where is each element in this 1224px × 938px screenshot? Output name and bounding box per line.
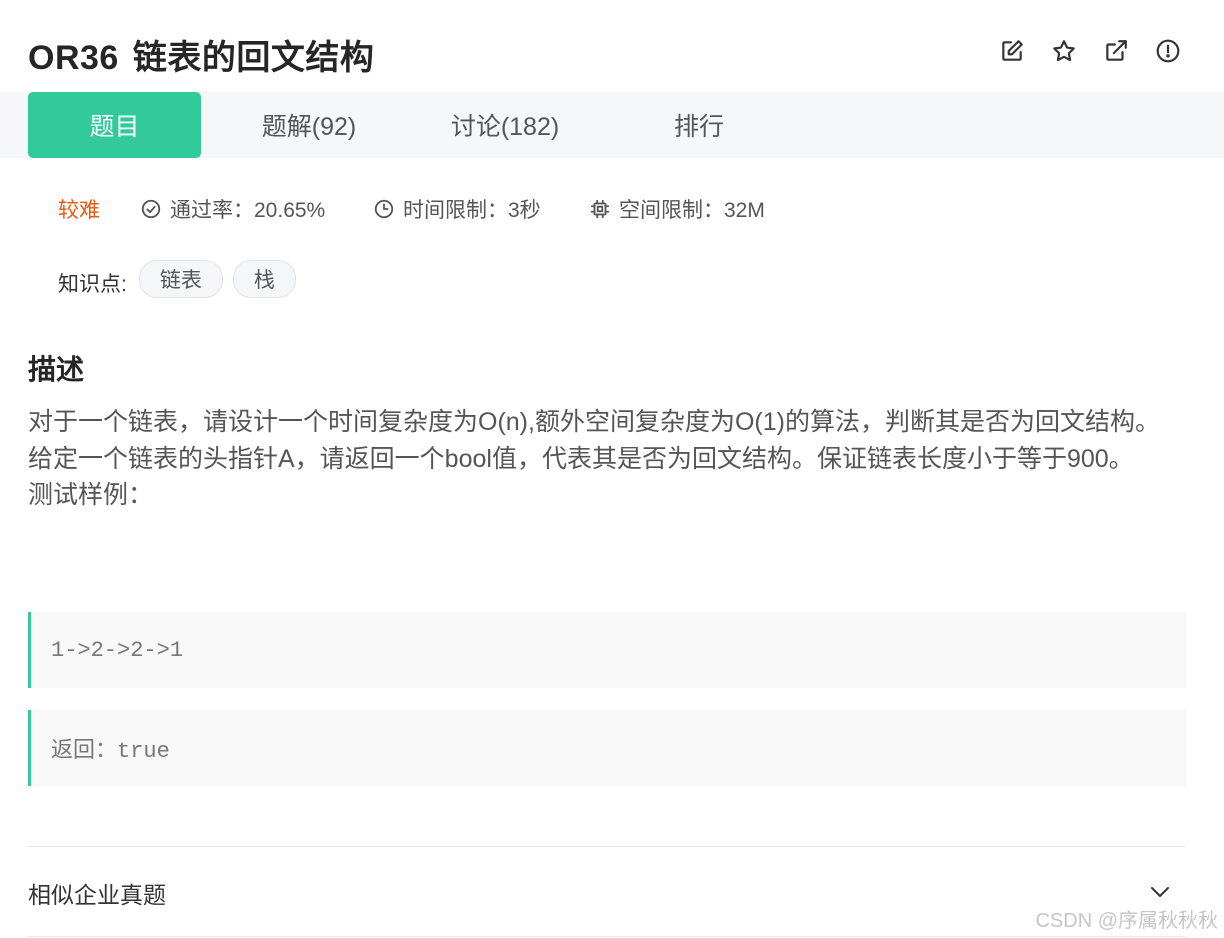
divider: [28, 846, 1186, 847]
tab-discussion[interactable]: 讨论(182): [410, 92, 600, 158]
space-limit-text: 空间限制：32M: [619, 199, 765, 222]
difficulty-text: 较难: [58, 199, 100, 222]
header-actions: [998, 37, 1182, 65]
chip-icon: [590, 199, 610, 219]
problem-title: OR36 链表的回文结构: [28, 30, 374, 79]
problem-name: 链表的回文结构: [132, 39, 375, 77]
tab-problem[interactable]: 题目: [28, 92, 201, 158]
divider: [28, 936, 1186, 937]
star-icon[interactable]: [1050, 37, 1078, 65]
chevron-down-icon[interactable]: [1148, 882, 1172, 902]
problem-id: OR36: [28, 39, 119, 77]
problem-meta: 较难 通过率：20.65% 时间限制：3秒 空间限制：32M: [0, 194, 1224, 224]
tab-ranking[interactable]: 排行: [620, 92, 778, 158]
watermark: CSDN @序属秋秋秋: [1035, 910, 1218, 932]
description-line: 测试样例：: [28, 481, 154, 509]
example-input: 1->2->2->1: [28, 612, 1186, 688]
share-icon[interactable]: [1102, 37, 1130, 65]
description-heading: 描述: [28, 354, 85, 385]
edit-icon[interactable]: [998, 37, 1026, 65]
similar-questions-label[interactable]: 相似企业真题: [28, 876, 166, 910]
tag-linked-list[interactable]: 链表: [138, 260, 223, 298]
tag-stack[interactable]: 栈: [232, 260, 296, 298]
tab-bar: 题目 题解(92) 讨论(182) 排行: [0, 92, 1224, 158]
difficulty-badge: 较难: [58, 194, 100, 224]
space-limit: 空间限制：32M: [589, 194, 765, 224]
description-body: 对于一个链表，请设计一个时间复杂度为O(n),额外空间复杂度为O(1)的算法，判…: [28, 404, 1188, 514]
time-limit: 时间限制：3秒: [373, 194, 541, 224]
example-output: 返回：true: [28, 710, 1186, 786]
pass-rate: 通过率：20.65%: [140, 194, 325, 224]
clock-icon: [374, 199, 394, 219]
pass-rate-text: 通过率：20.65%: [170, 199, 326, 222]
report-icon[interactable]: [1154, 37, 1182, 65]
description-line: 给定一个链表的头指针A，请返回一个bool值，代表其是否为回文结构。保证链表长度…: [28, 444, 1134, 473]
tab-solutions[interactable]: 题解(92): [218, 92, 400, 158]
description-line: 对于一个链表，请设计一个时间复杂度为O(n),额外空间复杂度为O(1)的算法，判…: [28, 408, 1160, 436]
knowledge-points: 知识点: 链表 栈: [58, 260, 306, 298]
time-limit-text: 时间限制：3秒: [403, 199, 541, 222]
knowledge-label: 知识点:: [58, 273, 127, 296]
check-circle-icon: [141, 199, 161, 219]
